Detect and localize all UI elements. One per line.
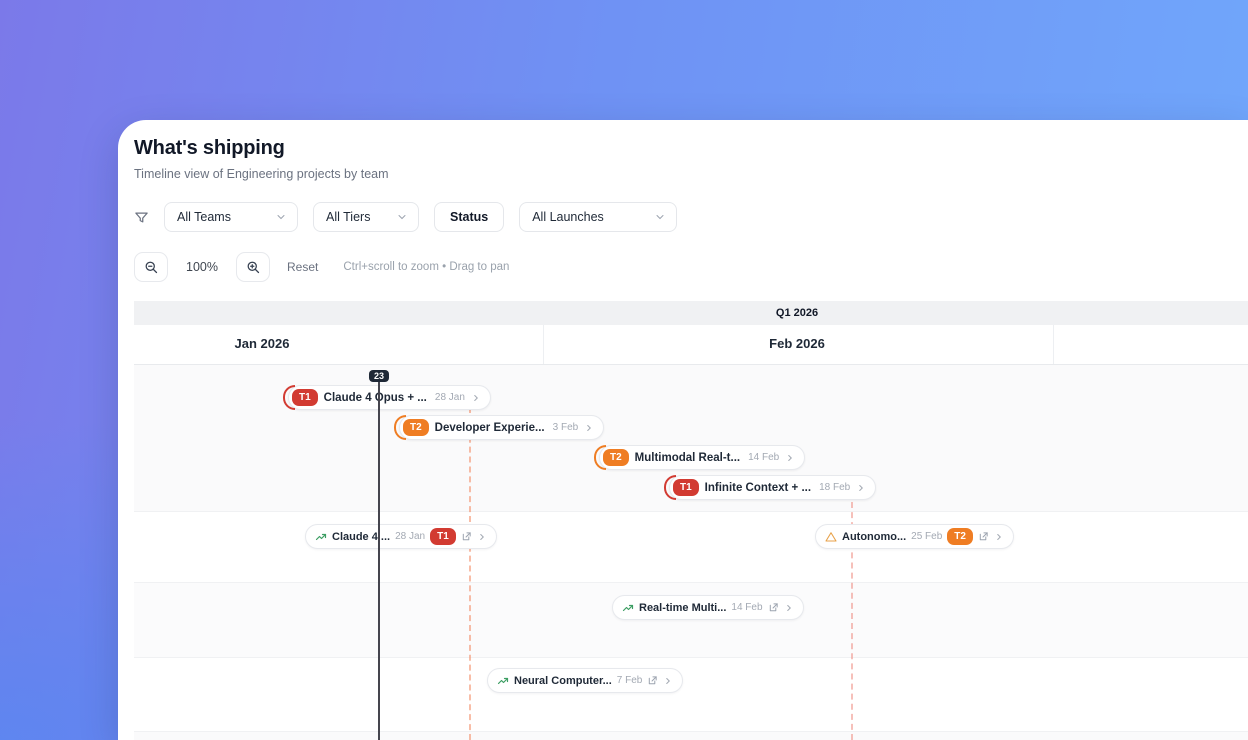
launch-date: 28 Jan — [395, 531, 426, 542]
chevron-right-icon — [994, 532, 1004, 542]
tiers-filter-value: All Tiers — [326, 210, 371, 224]
chevron-down-icon — [396, 211, 408, 223]
tiers-filter-dropdown[interactable]: All Tiers — [313, 202, 419, 232]
bar-date: 14 Feb — [748, 452, 780, 463]
launch-item[interactable]: Real-time Multi... 14 Feb — [612, 595, 804, 620]
timeline-bar[interactable]: T1 Claude 4 Opus + ... 28 Jan — [283, 385, 491, 410]
bar-date: 28 Jan — [434, 392, 465, 403]
external-link-icon[interactable] — [647, 675, 658, 686]
quarter-header: Q1 2026 — [134, 301, 1248, 325]
timeline-chart-area[interactable]: 23 T1 Claude 4 Opus + ... 28 Jan T2 Deve… — [134, 365, 1248, 740]
launch-title: Real-time Multi... — [639, 601, 727, 614]
tier-badge: T1 — [430, 528, 456, 545]
launch-item[interactable]: Claude 4 ... 28 Jan T1 — [305, 524, 497, 549]
trend-up-icon — [315, 531, 327, 543]
chevron-right-icon — [856, 483, 866, 493]
tier-badge: T1 — [292, 389, 318, 406]
today-line — [378, 377, 380, 740]
status-filter-button[interactable]: Status — [434, 202, 505, 232]
external-link-icon[interactable] — [461, 531, 472, 542]
milestone-date-dashline — [469, 407, 471, 740]
page-title: What's shipping — [134, 137, 285, 159]
tier-badge: T2 — [603, 449, 629, 466]
today-date-badge: 23 — [368, 370, 390, 382]
month-label: Jan 2026 — [234, 336, 290, 351]
chevron-right-icon — [584, 423, 594, 433]
magnifier-minus-icon — [144, 260, 159, 275]
launch-date: 7 Feb — [616, 675, 643, 686]
launch-title: Claude 4 ... — [332, 530, 391, 543]
status-filter-label: Status — [450, 210, 489, 224]
bar-title: Claude 4 Opus + ... — [323, 391, 427, 404]
trend-up-icon — [497, 675, 509, 687]
zoom-out-button[interactable] — [134, 252, 168, 282]
zoom-controls: 100% Reset Ctrl+scroll to zoom • Drag to… — [134, 252, 509, 282]
launches-filter-dropdown[interactable]: All Launches — [519, 202, 678, 232]
external-link-icon[interactable] — [978, 531, 989, 542]
timeline-bar[interactable]: T2 Multimodal Real-t... 14 Feb — [594, 445, 806, 470]
launches-filter-value: All Launches — [532, 210, 604, 224]
warning-icon — [825, 531, 837, 543]
bar-title: Infinite Context + ... — [704, 481, 812, 494]
zoom-reset-button[interactable]: Reset — [287, 260, 318, 274]
teams-filter-value: All Teams — [177, 210, 231, 224]
chevron-right-icon — [784, 603, 794, 613]
timeline-bar[interactable]: T2 Developer Experie... 3 Feb — [394, 415, 605, 440]
filter-bar: All Teams All Tiers Status All Launches — [134, 202, 678, 232]
launch-title: Neural Computer... — [514, 674, 612, 687]
bar-title: Multimodal Real-t... — [634, 451, 741, 464]
zoom-hint-text: Ctrl+scroll to zoom • Drag to pan — [343, 261, 510, 273]
launch-item[interactable]: Neural Computer... 7 Feb — [487, 668, 684, 693]
timeline: Q1 2026 Jan 2026 Feb 2026 23 T1 Claude 4… — [134, 301, 1248, 740]
quarter-label: Q1 2026 — [775, 307, 819, 319]
bar-date: 18 Feb — [819, 482, 851, 493]
timeline-track — [134, 658, 1248, 732]
page-header: What's shipping Timeline view of Enginee… — [134, 137, 389, 181]
chevron-down-icon — [654, 211, 666, 223]
launch-item[interactable]: Autonomo... 25 Feb T2 — [815, 524, 1014, 549]
teams-filter-dropdown[interactable]: All Teams — [164, 202, 298, 232]
timeline-grid[interactable]: Jan 2026 Feb 2026 23 T1 Claude 4 Opus + … — [134, 325, 1248, 740]
tier-badge: T2 — [403, 419, 429, 436]
month-label: Feb 2026 — [769, 336, 825, 351]
trend-up-icon — [622, 602, 634, 614]
external-link-icon[interactable] — [768, 602, 779, 613]
launch-date: 25 Feb — [911, 531, 943, 542]
whats-shipping-panel: What's shipping Timeline view of Enginee… — [118, 120, 1248, 740]
page-subtitle: Timeline view of Engineering projects by… — [134, 167, 389, 181]
zoom-in-button[interactable] — [236, 252, 270, 282]
timeline-track — [134, 512, 1248, 583]
filter-funnel-icon — [134, 210, 149, 225]
tier-badge: T1 — [673, 479, 699, 496]
chevron-down-icon — [275, 211, 287, 223]
bar-title: Developer Experie... — [434, 421, 545, 434]
chevron-right-icon — [785, 453, 795, 463]
bar-date: 3 Feb — [552, 422, 579, 433]
chevron-right-icon — [477, 532, 487, 542]
month-header-row: Jan 2026 Feb 2026 — [134, 325, 1248, 365]
timeline-bar[interactable]: T1 Infinite Context + ... 18 Feb — [664, 475, 877, 500]
chevron-right-icon — [471, 393, 481, 403]
zoom-level: 100% — [186, 260, 218, 274]
launch-title: Autonomo... — [842, 530, 907, 543]
magnifier-plus-icon — [246, 260, 261, 275]
chevron-right-icon — [663, 676, 673, 686]
tier-badge: T2 — [947, 528, 973, 545]
timeline-track — [134, 732, 1248, 740]
launch-date: 14 Feb — [731, 602, 763, 613]
